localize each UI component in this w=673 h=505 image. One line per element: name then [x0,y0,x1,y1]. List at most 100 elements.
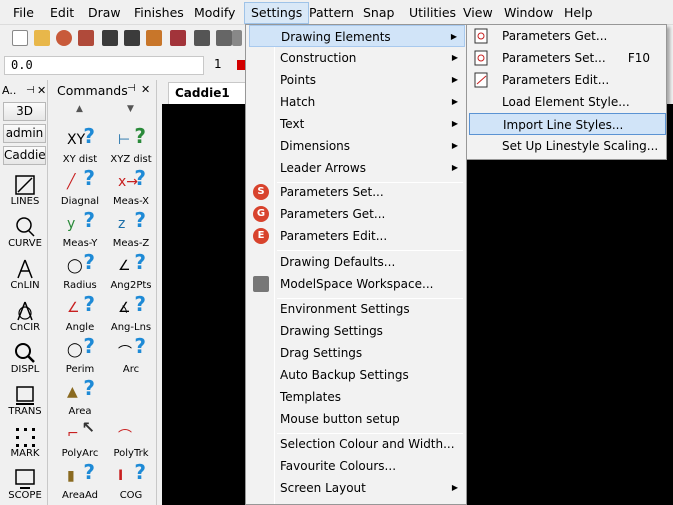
tool-label: Meas-Z [112,238,150,249]
menu-draw[interactable]: Draw [82,3,127,23]
tool-arc[interactable]: ⌒? Arc [106,334,156,375]
scroll-down-icon[interactable]: ▼ [127,104,134,114]
menu-item-favourite-colours[interactable]: Favourite Colours... [249,455,465,477]
button-admin[interactable]: admin [3,124,46,143]
submenu-item-import-line-styles[interactable]: Import Line Styles... [469,113,666,135]
close-icon[interactable]: ✕ [141,83,150,96]
menu-item-modelspace-workspace[interactable]: ModelSpace Workspace... [249,273,465,295]
tool-perim[interactable]: ◯? Perim [55,334,105,375]
tool-area[interactable]: ▲? Area [55,376,105,417]
menu-item-text[interactable]: Text ▶ [249,113,465,135]
new-file-icon[interactable] [12,30,28,46]
menu-help[interactable]: Help [558,3,599,23]
menu-bar: File Edit Draw Finishes Modify Settings … [0,0,673,25]
print-icon[interactable] [194,30,210,46]
menu-window[interactable]: Window [498,3,559,23]
tool-polyarc[interactable]: ⌐ ↖ PolyArc [55,418,105,459]
tool-radius[interactable]: ◯? Radius [55,250,105,291]
submenu-item-linestyle-scaling[interactable]: Set Up Linestyle Scaling... [469,135,666,157]
tool-lines[interactable]: LINES [2,174,48,207]
tool-label: Angle [65,322,95,333]
curve-icon [14,216,36,238]
button-3d[interactable]: 3D [3,102,46,121]
submenu-item-parameters-get[interactable]: Parameters Get... [469,25,666,47]
menu-item-parameters-set[interactable]: S Parameters Set... [249,181,465,203]
menu-item-label: Selection Colour and Width... [280,437,455,451]
menu-view[interactable]: View [457,3,499,23]
menu-settings[interactable]: Settings [244,2,310,24]
tool-ang-lns[interactable]: ∡? Ang-Lns [106,292,156,333]
button-caddie[interactable]: Caddie [3,146,46,165]
tool-cnlin[interactable]: CnLIN [2,258,48,291]
menu-snap[interactable]: Snap [357,3,400,23]
menu-item-dimensions[interactable]: Dimensions ▶ [249,135,465,157]
open-special-icon[interactable] [56,30,72,46]
menu-item-selection-colour[interactable]: Selection Colour and Width... [249,433,465,455]
submenu-item-parameters-edit[interactable]: Parameters Edit... [469,69,666,91]
tool-mark[interactable]: MARK [2,426,48,459]
menu-item-points[interactable]: Points ▶ [249,69,465,91]
tool-curve[interactable]: CURVE [2,216,48,249]
polytrk-icon: ⌒ [118,429,132,445]
tool-cncir[interactable]: CnCIR [2,300,48,333]
menu-item-drawing-settings[interactable]: Drawing Settings [249,320,465,342]
menu-item-auto-backup-settings[interactable]: Auto Backup Settings [249,364,465,386]
tool-diagnal[interactable]: ╱? Diagnal [55,166,105,207]
displ-icon [14,342,36,364]
tool-displ[interactable]: DISPL [2,342,48,375]
menu-item-parameters-edit[interactable]: E Parameters Edit... [249,225,465,247]
save-special-icon[interactable] [146,30,162,46]
submenu-item-parameters-set[interactable]: Parameters Set... F10 [469,47,666,69]
menu-modify[interactable]: Modify [188,3,241,23]
submenu-item-load-element-style[interactable]: Load Element Style... [469,91,666,113]
tool-angle[interactable]: ∠? Angle [55,292,105,333]
save-icon[interactable] [102,30,118,46]
menu-item-drag-settings[interactable]: Drag Settings [249,342,465,364]
tool-xy-dist[interactable]: XY? XY dist [55,124,105,165]
tool-ang2pts[interactable]: ∠? Ang2Pts [106,250,156,291]
menu-item-mouse-button-setup[interactable]: Mouse button setup [249,408,465,430]
pin-icon[interactable]: ⊣ [127,83,136,94]
submenu-arrow-icon: ▶ [450,32,457,41]
scroll-up-icon[interactable]: ▲ [76,104,83,114]
menu-item-hatch[interactable]: Hatch ▶ [249,91,465,113]
tool-label: Meas-Y [62,238,98,249]
menu-item-drawing-defaults[interactable]: Drawing Defaults... [249,251,465,273]
tool-areaad[interactable]: ▮? AreaAd [55,460,105,501]
menu-item-environment-settings[interactable]: Environment Settings [249,298,465,320]
tool-meas-y[interactable]: y? Meas-Y [55,208,105,249]
pin-icon[interactable]: ⊣ [26,82,35,100]
print-setup-icon[interactable] [170,30,186,46]
menu-utilities[interactable]: Utilities [403,3,462,23]
tool-label: AreaAd [61,490,99,501]
menu-item-leader-arrows[interactable]: Leader Arrows ▶ [249,157,465,179]
menu-item-parameters-get[interactable]: G Parameters Get... [249,203,465,225]
plot-icon[interactable] [216,30,232,46]
menu-item-screen-layout[interactable]: Screen Layout ▶ [249,477,465,499]
tool-curve-label: CURVE [8,238,42,249]
menu-edit[interactable]: Edit [44,3,80,23]
toolbar-more-icon[interactable] [232,30,242,46]
diagnal-icon: ╱? [67,166,95,190]
tool-polytrk[interactable]: ⌒ PolyTrk [106,420,156,459]
shortcut-label: F10 [627,51,650,65]
tool-label: Meas-X [112,196,150,207]
menu-item-templates[interactable]: Templates [249,386,465,408]
tool-xyz-dist[interactable]: ⊢? XYZ dist [106,124,156,165]
tool-meas-z[interactable]: z? Meas-Z [106,208,156,249]
submenu-arrow-icon: ▶ [451,163,458,172]
tool-trans[interactable]: TRANS [2,384,48,417]
menu-item-drawing-elements[interactable]: Drawing Elements ▶ [249,25,465,47]
menu-file[interactable]: File [7,3,40,23]
edit-file-icon[interactable] [78,30,94,46]
save-as-icon[interactable] [124,30,140,46]
menu-pattern[interactable]: Pattern [303,3,360,23]
menu-finishes[interactable]: Finishes [128,3,190,23]
open-folder-icon[interactable] [34,30,50,46]
value-input[interactable]: 0.0 [4,56,204,75]
close-icon[interactable]: ✕ [37,82,46,100]
tool-scope[interactable]: SCOPE [2,468,48,501]
tool-cog[interactable]: I? COG [106,460,156,501]
tool-meas-x[interactable]: x→? Meas-X [106,166,156,207]
menu-item-construction[interactable]: Construction ▶ [249,47,465,69]
